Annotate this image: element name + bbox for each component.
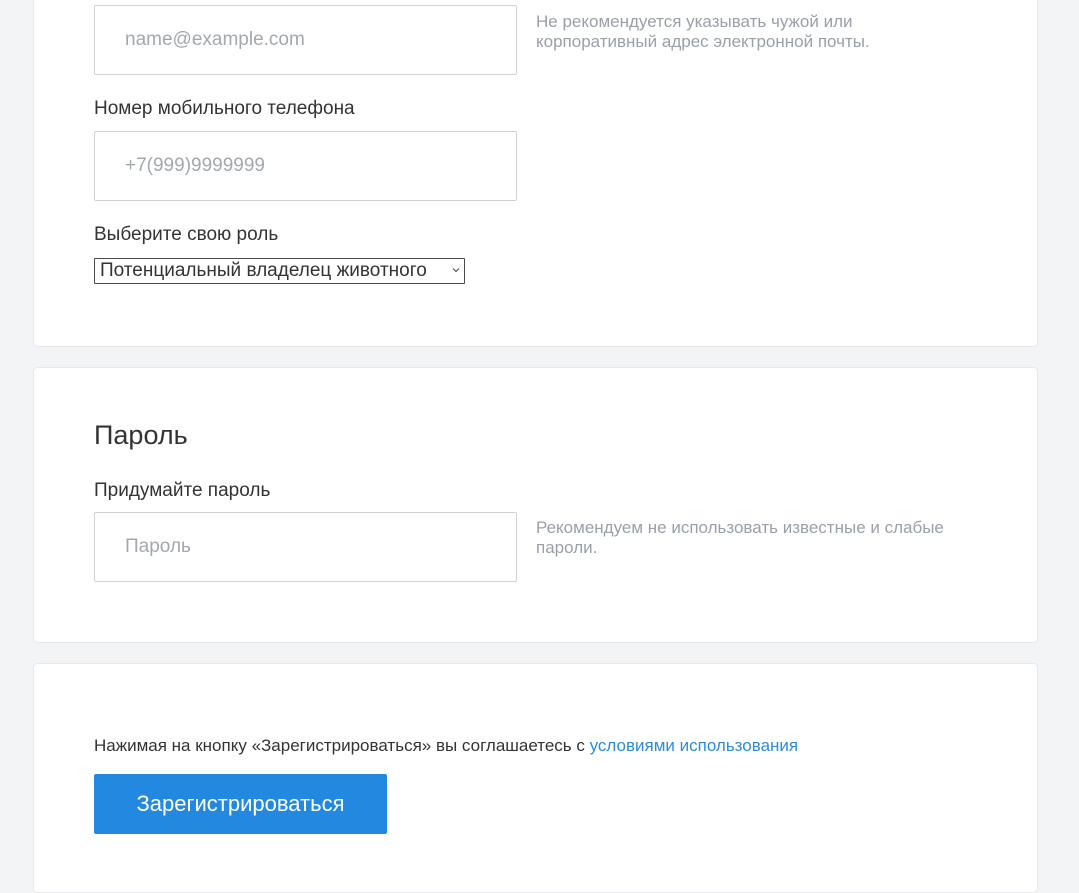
email-hint: Не рекомендуется указывать чужой или кор… bbox=[536, 12, 870, 51]
password-card: Пароль Придумайте пароль Рекомендуем не … bbox=[33, 367, 1038, 643]
phone-label: Номер мобильного телефона bbox=[94, 98, 355, 119]
register-button[interactable]: Зарегистрироваться bbox=[94, 774, 387, 834]
chevron-down-icon bbox=[452, 268, 460, 273]
password-section-title: Пароль bbox=[94, 420, 188, 450]
email-input[interactable] bbox=[94, 5, 517, 75]
role-label: Выберите свою роль bbox=[94, 224, 279, 245]
role-select-value: Потенциальный владелец животного bbox=[100, 260, 427, 281]
role-select[interactable]: Потенциальный владелец животного bbox=[94, 258, 465, 284]
contact-info-card: Не рекомендуется указывать чужой или кор… bbox=[33, 0, 1038, 347]
password-label: Придумайте пароль bbox=[94, 480, 271, 501]
password-input[interactable] bbox=[94, 512, 517, 582]
password-hint: Рекомендуем не использовать известные и … bbox=[536, 518, 944, 557]
terms-of-use-link[interactable]: условиями использования bbox=[590, 736, 799, 755]
phone-input[interactable] bbox=[94, 131, 517, 201]
agreement-text: Нажимая на кнопку «Зарегистрироваться» в… bbox=[94, 736, 798, 756]
submit-card: Нажимая на кнопку «Зарегистрироваться» в… bbox=[33, 663, 1038, 893]
agreement-text-label: Нажимая на кнопку «Зарегистрироваться» в… bbox=[94, 736, 590, 755]
